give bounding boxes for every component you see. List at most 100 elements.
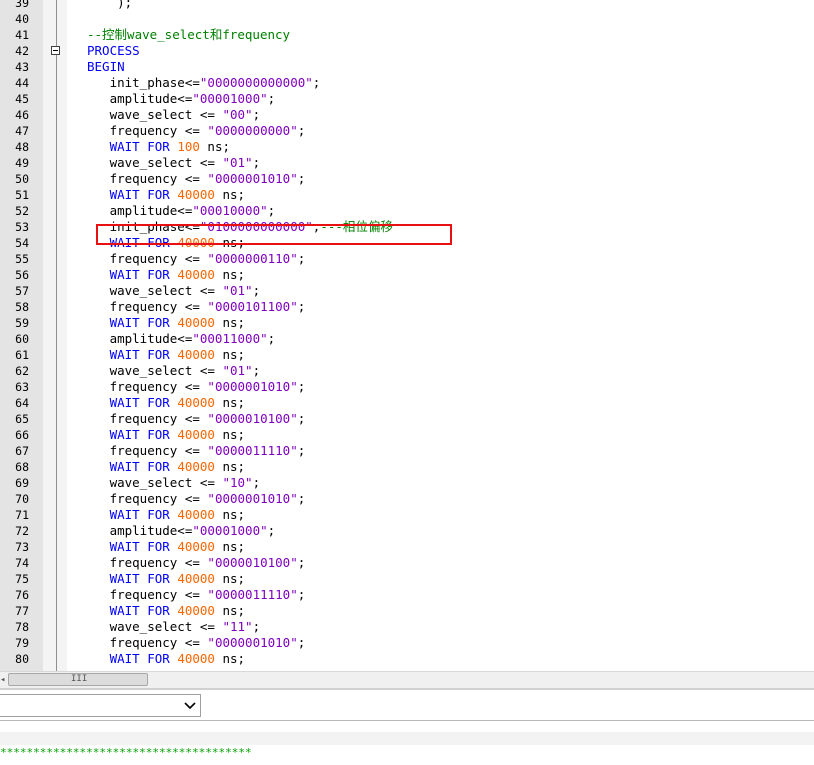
code-line[interactable]: 49 wave_select <= "01";	[0, 155, 814, 171]
code-line[interactable]: 70 frequency <= "0000001010";	[0, 491, 814, 507]
line-number: 60	[15, 332, 29, 346]
code-line[interactable]: 80 WAIT FOR 40000 ns;	[0, 651, 814, 667]
code-line[interactable]: 44 init_phase<="0000000000000";	[0, 75, 814, 91]
code-token: ;	[252, 363, 261, 378]
line-number: 75	[15, 572, 29, 586]
horizontal-scrollbar[interactable]: ◂ III	[0, 671, 814, 688]
code-line[interactable]: 79 frequency <= "0000001010";	[0, 635, 814, 651]
code-text: wave_select <= "01";	[87, 283, 261, 299]
code-line[interactable]: 40	[0, 11, 814, 27]
code-token: WAIT FOR	[109, 347, 170, 362]
code-line[interactable]: 73 WAIT FOR 40000 ns;	[0, 539, 814, 555]
code-line[interactable]: 47 frequency <= "0000000000";	[0, 123, 814, 139]
code-text: frequency <= "0000010100";	[87, 555, 306, 571]
code-token: WAIT FOR	[109, 139, 170, 154]
code-token: ;	[297, 379, 306, 394]
scrollbar-thumb[interactable]: III	[8, 673, 148, 686]
code-token: "01"	[222, 283, 253, 298]
code-token: "0000000110"	[207, 251, 298, 266]
code-token: 40000	[177, 347, 215, 362]
code-text: frequency <= "0000101100";	[87, 299, 306, 315]
code-line[interactable]: 56 WAIT FOR 40000 ns;	[0, 267, 814, 283]
code-line[interactable]: 71 WAIT FOR 40000 ns;	[0, 507, 814, 523]
code-token: "0000001010"	[207, 171, 298, 186]
code-line[interactable]: 77 WAIT FOR 40000 ns;	[0, 603, 814, 619]
code-line[interactable]: 55 frequency <= "0000000110";	[0, 251, 814, 267]
code-token: WAIT FOR	[109, 507, 170, 522]
code-line[interactable]: 69 wave_select <= "10";	[0, 475, 814, 491]
code-line[interactable]: 62 wave_select <= "01";	[0, 363, 814, 379]
code-token: "01"	[222, 155, 253, 170]
code-line[interactable]: 75 WAIT FOR 40000 ns;	[0, 571, 814, 587]
code-line[interactable]: 42 PROCESS	[0, 43, 814, 59]
code-token: WAIT FOR	[109, 267, 170, 282]
code-line[interactable]: 78 wave_select <= "11";	[0, 619, 814, 635]
code-line[interactable]: 60 amplitude<="00011000";	[0, 331, 814, 347]
code-text: WAIT FOR 40000 ns;	[87, 347, 246, 363]
left-arrow-icon[interactable]: ◂	[0, 675, 6, 685]
code-token: amplitude<=	[87, 331, 193, 346]
code-line[interactable]: 64 WAIT FOR 40000 ns;	[0, 395, 814, 411]
code-token: amplitude<=	[87, 203, 193, 218]
code-line[interactable]: 57 wave_select <= "01";	[0, 283, 814, 299]
code-token: ;	[312, 75, 321, 90]
code-token: ;	[252, 475, 261, 490]
code-token: ;	[297, 587, 306, 602]
code-text: WAIT FOR 40000 ns;	[87, 427, 246, 443]
code-token: ;	[252, 107, 261, 122]
line-number: 69	[15, 476, 29, 490]
code-line[interactable]: 72 amplitude<="00001000";	[0, 523, 814, 539]
code-token: WAIT FOR	[109, 603, 170, 618]
code-token: ns;	[214, 539, 246, 554]
code-text: WAIT FOR 40000 ns;	[87, 539, 246, 555]
code-line[interactable]: 67 frequency <= "0000011110";	[0, 443, 814, 459]
line-number: 63	[15, 380, 29, 394]
code-token: ns;	[214, 427, 246, 442]
code-line[interactable]: 39 );	[0, 0, 814, 11]
code-line[interactable]: 61 WAIT FOR 40000 ns;	[0, 347, 814, 363]
panel-dropdown[interactable]	[0, 694, 201, 717]
code-line[interactable]: 52 amplitude<="00010000";	[0, 203, 814, 219]
line-number: 62	[15, 364, 29, 378]
code-token: "01"	[222, 363, 253, 378]
code-token: ns;	[214, 459, 246, 474]
code-token: ns;	[214, 603, 246, 618]
code-editor[interactable]: 39 ); 40 41 --控制wave_select和frequency 42 PROC…	[0, 0, 814, 671]
code-token: 40000	[177, 459, 215, 474]
code-token: frequency <=	[87, 555, 208, 570]
line-number: 72	[15, 524, 29, 538]
code-line[interactable]: 41 --控制wave_select和frequency	[0, 27, 814, 43]
code-token: WAIT FOR	[109, 571, 170, 586]
code-text: wave_select <= "10";	[87, 475, 261, 491]
code-line[interactable]: 45 amplitude<="00001000";	[0, 91, 814, 107]
code-token: ;	[267, 203, 276, 218]
code-line[interactable]: 66 WAIT FOR 40000 ns;	[0, 427, 814, 443]
code-line[interactable]: 63 frequency <= "0000001010";	[0, 379, 814, 395]
code-line[interactable]: 46 wave_select <= "00";	[0, 107, 814, 123]
chevron-down-icon[interactable]	[184, 699, 196, 711]
code-line[interactable]: 74 frequency <= "0000010100";	[0, 555, 814, 571]
code-token: "0000011110"	[207, 587, 298, 602]
code-text: WAIT FOR 40000 ns;	[87, 315, 246, 331]
code-line[interactable]: 43 BEGIN	[0, 59, 814, 75]
code-token: PROCESS	[87, 43, 140, 58]
code-line[interactable]: 50 frequency <= "0000001010";	[0, 171, 814, 187]
line-number: 39	[15, 0, 29, 10]
code-line[interactable]: 51 WAIT FOR 40000 ns;	[0, 187, 814, 203]
code-line[interactable]: 76 frequency <= "0000011110";	[0, 587, 814, 603]
line-number: 73	[15, 540, 29, 554]
code-token: "00001000"	[192, 523, 268, 538]
code-line[interactable]: 68 WAIT FOR 40000 ns;	[0, 459, 814, 475]
code-token: frequency <=	[87, 443, 208, 458]
code-line[interactable]: 65 frequency <= "0000010100";	[0, 411, 814, 427]
code-line[interactable]: 59 WAIT FOR 40000 ns;	[0, 315, 814, 331]
code-token: WAIT FOR	[109, 315, 170, 330]
code-line[interactable]: 48 WAIT FOR 100 ns;	[0, 139, 814, 155]
collapse-icon[interactable]	[51, 46, 60, 55]
line-number: 61	[15, 348, 29, 362]
code-line[interactable]: 58 frequency <= "0000101100";	[0, 299, 814, 315]
code-token: "0000001010"	[207, 635, 298, 650]
code-token: ns;	[214, 347, 246, 362]
code-token: ;	[267, 331, 276, 346]
